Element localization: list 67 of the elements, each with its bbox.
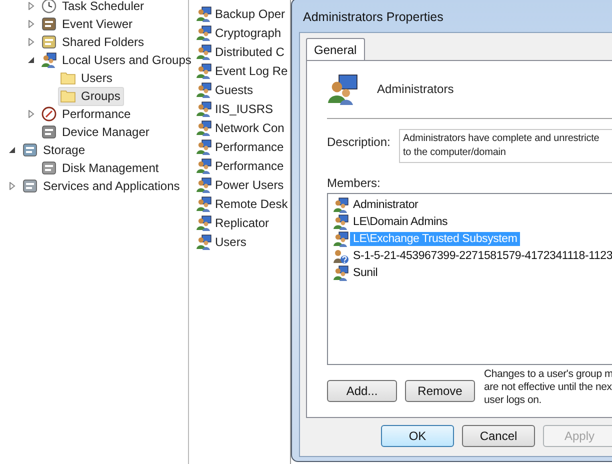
group-list-item[interactable]: Remote Desk: [196, 194, 290, 213]
members-label: Members:: [327, 176, 382, 190]
group-icon: [196, 138, 212, 154]
expanded-arrow-icon[interactable]: [8, 146, 16, 154]
tree-item[interactable]: Event Viewer: [39, 14, 136, 34]
group-list-item[interactable]: IIS_IUSRS: [196, 99, 290, 118]
group-name: Administrators: [377, 82, 454, 96]
member-item[interactable]: Sunil: [350, 266, 381, 280]
folder-icon: [60, 88, 76, 104]
users-icon: [327, 73, 359, 105]
add-button[interactable]: Add...: [327, 380, 397, 402]
member-item[interactable]: S-1-5-21-453967399-2271581579-4172341118-1123: [350, 248, 612, 262]
group-icon: [196, 158, 212, 174]
group-icon: [196, 214, 212, 230]
collapsed-arrow-icon[interactable]: [27, 2, 35, 10]
group-icon: [196, 176, 212, 192]
group-list-item[interactable]: Network Con: [196, 118, 290, 137]
collapsed-arrow-icon[interactable]: [27, 38, 35, 46]
group-icon: [196, 6, 212, 22]
group-icon: [196, 24, 212, 40]
dialog-button[interactable]: OK: [381, 425, 454, 447]
tree-item[interactable]: Services and Applications: [20, 176, 184, 196]
group-list-item[interactable]: Distributed C: [196, 42, 290, 61]
group-icon: [333, 214, 349, 230]
member-item[interactable]: Administrator: [350, 198, 422, 212]
dialog-title: Administrators Properties: [302, 9, 444, 24]
tree-item[interactable]: Local Users and Groups: [39, 50, 196, 70]
tree-item[interactable]: Groups: [58, 86, 124, 106]
group-icon: [196, 100, 212, 116]
description-label: Description:: [327, 134, 392, 149]
collapsed-arrow-icon[interactable]: [8, 182, 16, 190]
group-list-item[interactable]: Backup Oper: [196, 4, 290, 23]
group-list-item[interactable]: Power Users: [196, 175, 290, 194]
member-item[interactable]: LE\Domain Admins: [350, 214, 451, 228]
group-list-item[interactable]: Performance: [196, 156, 290, 175]
group-icon: [196, 234, 212, 250]
dialog-button[interactable]: Cancel: [462, 425, 535, 447]
description-field[interactable]: Administrators have complete and unrestricte to the computer/domain: [399, 129, 612, 163]
group-icon: [196, 44, 212, 60]
group-icon: [333, 230, 349, 246]
group-list-item[interactable]: Performance: [196, 137, 290, 156]
tree-item[interactable]: Performance: [39, 104, 135, 124]
tree-item[interactable]: Shared Folders: [39, 32, 148, 52]
group-list-item[interactable]: Guests: [196, 80, 290, 99]
tab[interactable]: General: [306, 38, 365, 60]
expanded-arrow-icon[interactable]: [27, 56, 35, 64]
tree-item[interactable]: Disk Management: [39, 158, 163, 178]
group-list-item[interactable]: Event Log Re: [196, 61, 290, 80]
remove-button[interactable]: Remove: [405, 380, 475, 402]
group-list-item[interactable]: Cryptograph: [196, 23, 290, 42]
group-icon: [196, 120, 212, 136]
collapsed-arrow-icon[interactable]: [27, 20, 35, 28]
tree-item[interactable]: Task Scheduler: [39, 0, 148, 16]
note-text: Changes to a user's group m are not effective until the nex user logs on.: [483, 368, 612, 407]
user-icon: [333, 264, 349, 280]
group-list-item[interactable]: Users: [196, 232, 290, 251]
tree-item[interactable]: Users: [58, 68, 116, 88]
collapsed-arrow-icon[interactable]: [27, 110, 35, 118]
user-icon: [333, 196, 349, 212]
group-icon: [196, 62, 212, 78]
tree-item[interactable]: Device Manager: [39, 122, 154, 142]
group-list-item[interactable]: Replicator: [196, 213, 290, 232]
group-icon: [196, 82, 212, 98]
users-icon: [41, 52, 57, 68]
tree-item[interactable]: Storage: [20, 140, 90, 160]
unknown-user-icon: [333, 248, 349, 264]
group-icon: [196, 196, 212, 212]
